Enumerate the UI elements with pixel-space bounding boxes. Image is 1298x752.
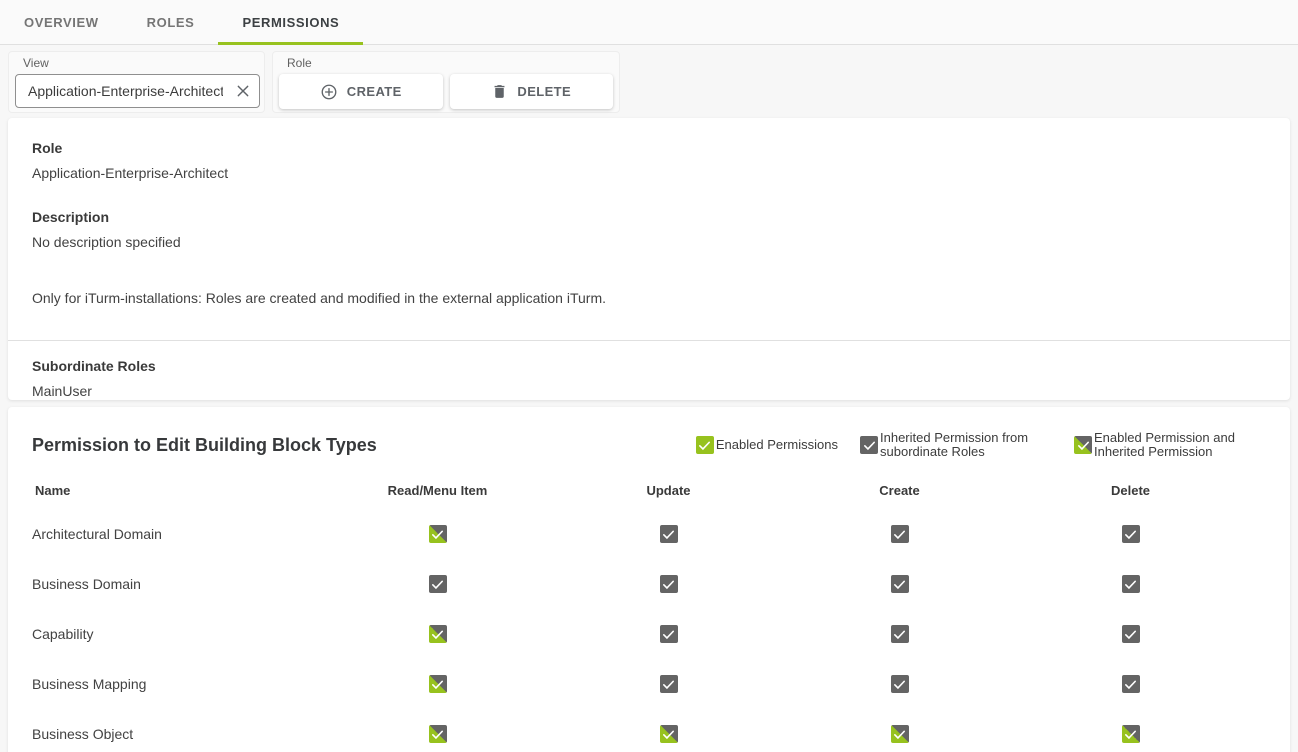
permission-checkbox-delete[interactable] [1122,525,1140,543]
permissions-title: Permission to Edit Building Block Types [32,435,377,456]
column-header-read: Read/Menu Item [388,483,488,498]
permission-checkbox-delete[interactable] [1122,725,1140,743]
clear-view-button[interactable] [232,80,254,102]
permission-checkbox-update[interactable] [660,725,678,743]
permission-checkbox-delete[interactable] [1122,675,1140,693]
legend-inherited-checkbox-icon [860,436,878,454]
legend-both-label: Enabled Permission and Inherited Permiss… [1094,431,1266,459]
column-header-update: Update [646,483,690,498]
delete-button[interactable]: DELETE [450,74,614,109]
row-name: Business Domain [32,576,322,592]
row-name: Business Object [32,726,322,742]
role-field-label: Role [32,140,1266,156]
view-filter-group: View [8,51,265,113]
permission-checkbox-read[interactable] [429,625,447,643]
view-label: View [23,56,258,70]
permission-checkbox-update[interactable] [660,675,678,693]
legend-item-enabled: Enabled Permissions [696,436,838,454]
row-name: Architectural Domain [32,526,322,542]
permissions-card: Permission to Edit Building Block Types … [8,407,1290,752]
view-input[interactable] [15,74,260,108]
permission-checkbox-delete[interactable] [1122,575,1140,593]
legend: Enabled Permissions Inherited Permission… [696,431,1266,459]
table-row: Architectural Domain [32,509,1266,559]
row-name: Business Mapping [32,676,322,692]
role-details-card: Role Application-Enterprise-Architect De… [8,118,1290,400]
permission-checkbox-create[interactable] [891,625,909,643]
description-field-value: No description specified [32,234,1266,250]
permission-checkbox-read[interactable] [429,675,447,693]
permission-checkbox-read[interactable] [429,725,447,743]
role-actions-group: Role CREATE DELETE [272,51,620,113]
tab-overview[interactable]: OVERVIEW [0,0,123,44]
subordinate-roles-label: Subordinate Roles [32,358,1266,374]
permission-checkbox-update[interactable] [660,575,678,593]
legend-item-both: Enabled Permission and Inherited Permiss… [1074,431,1266,459]
permission-checkbox-update[interactable] [660,625,678,643]
table-header-row: Name Read/Menu Item Update Create Delete [32,471,1266,509]
table-row: Business Object [32,709,1266,752]
tab-bar: OVERVIEW ROLES PERMISSIONS [0,0,1298,45]
subordinate-roles-value: MainUser [32,383,1266,399]
permission-checkbox-delete[interactable] [1122,625,1140,643]
legend-item-inherited: Inherited Permission from subordinate Ro… [860,431,1052,459]
legend-enabled-label: Enabled Permissions [716,438,838,452]
permission-checkbox-create[interactable] [891,675,909,693]
permission-checkbox-read[interactable] [429,575,447,593]
column-header-create: Create [879,483,919,498]
table-row: Business Mapping [32,659,1266,709]
column-header-name: Name [32,483,322,498]
table-row: Capability [32,609,1266,659]
table-row: Business Domain [32,559,1266,609]
permission-checkbox-create[interactable] [891,525,909,543]
create-button-label: CREATE [347,84,402,99]
tab-permissions[interactable]: PERMISSIONS [218,0,363,44]
row-name: Capability [32,626,322,642]
delete-button-label: DELETE [517,84,571,99]
permission-checkbox-update[interactable] [660,525,678,543]
permissions-table: Name Read/Menu Item Update Create Delete… [8,471,1290,752]
legend-both-checkbox-icon [1074,436,1092,454]
create-button[interactable]: CREATE [279,74,443,109]
legend-enabled-checkbox-icon [696,436,714,454]
toolbar: View Role CREATE [0,45,1298,118]
role-field-value: Application-Enterprise-Architect [32,165,1266,181]
iturm-note: Only for iTurm-installations: Roles are … [32,290,1266,306]
plus-circle-icon [320,83,338,101]
role-actions-label: Role [287,56,613,70]
x-icon [235,83,251,99]
permission-checkbox-read[interactable] [429,525,447,543]
permission-checkbox-create[interactable] [891,575,909,593]
tab-roles[interactable]: ROLES [123,0,219,44]
permission-checkbox-create[interactable] [891,725,909,743]
column-header-delete: Delete [1111,483,1150,498]
description-field-label: Description [32,209,1266,225]
trash-icon [491,83,508,100]
legend-inherited-label: Inherited Permission from subordinate Ro… [880,431,1052,459]
